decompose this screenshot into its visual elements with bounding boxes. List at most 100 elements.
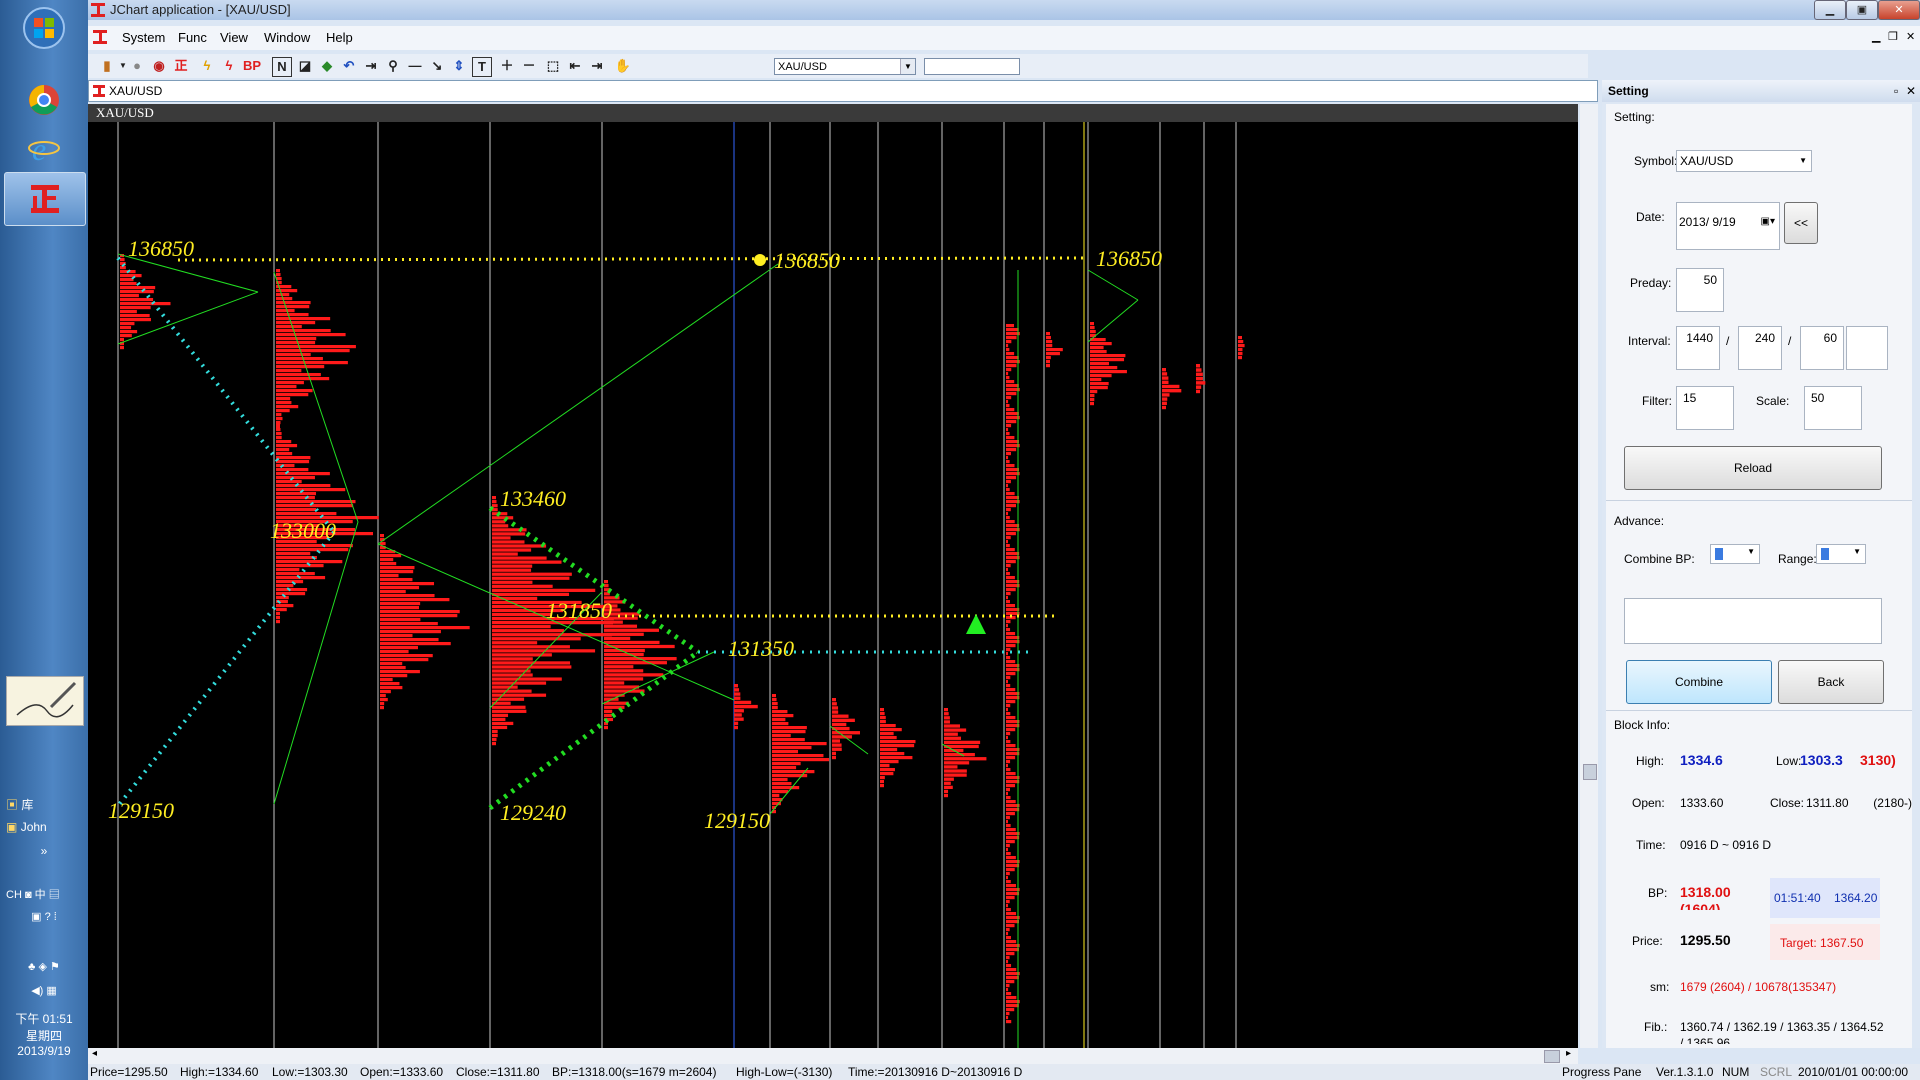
updown-icon[interactable]: ⇕ [450, 57, 468, 75]
select-icon[interactable]: ⬚ [544, 57, 562, 75]
tpo-bar [1006, 1016, 1009, 1020]
panel-float-icon[interactable]: ▫ [1894, 80, 1898, 102]
close-window-button[interactable]: ✕ [1878, 0, 1920, 20]
symbol-select[interactable]: XAU/USD ▼ [1676, 150, 1812, 172]
tpo-bar [772, 746, 812, 750]
plus-icon[interactable]: ＋ [498, 57, 516, 75]
menu-help[interactable]: Help [326, 30, 353, 45]
chart-vertical-scrollbar[interactable] [1580, 104, 1598, 1048]
scroll-right-icon[interactable]: ⇥ [588, 57, 606, 75]
tpo-bar [772, 722, 789, 726]
n-outline-icon[interactable]: ◪ [296, 57, 314, 75]
n-tool-button[interactable]: N [272, 57, 292, 77]
tpo-bar [1006, 884, 1016, 888]
alert-icon[interactable]: ◉ [150, 57, 168, 75]
panel-close-icon[interactable]: ✕ [1906, 80, 1916, 102]
lightning-red-icon[interactable]: ϟ [220, 57, 238, 75]
scroll-left-icon[interactable]: ⇤ [566, 57, 584, 75]
vscroll-thumb[interactable] [1583, 764, 1597, 780]
zoom-icon[interactable]: ⚲ [384, 57, 402, 75]
mdi-minimize-icon[interactable]: ▁ [1872, 30, 1880, 43]
maximize-button[interactable]: ▣ [1846, 0, 1878, 20]
title-bar: JChart application - [XAU/USD] ▁ ▣ ✕ [88, 0, 1920, 20]
chart-horizontal-scrollbar[interactable]: ◂ ▸ [88, 1048, 1578, 1064]
filter-input[interactable]: 15 [1676, 386, 1734, 430]
trendline-icon[interactable]: ↘ [428, 57, 446, 75]
menu-view[interactable]: View [220, 30, 248, 45]
tpo-bar [1006, 656, 1011, 660]
interval-input-2[interactable]: 240 [1738, 326, 1782, 370]
mdi-close-icon[interactable]: ✕ [1906, 30, 1915, 43]
taskbar-ie[interactable]: e [4, 122, 84, 174]
interval-input-3[interactable]: 60 [1800, 326, 1844, 370]
tpo-bar [276, 409, 290, 413]
cube-icon[interactable]: ◆ [318, 57, 336, 75]
taskbar-chrome[interactable] [4, 74, 84, 126]
chart-tab-input[interactable]: XAU/USD [88, 80, 1598, 102]
combine-button[interactable]: Combine [1626, 660, 1772, 704]
pen-tablet-icon [16, 681, 77, 718]
tpo-bar [832, 755, 836, 760]
symbol-select-value: XAU/USD [1680, 154, 1734, 168]
minimize-button[interactable]: ▁ [1814, 0, 1846, 20]
tpo-bar [1162, 384, 1180, 389]
scale-input[interactable]: 50 [1804, 386, 1862, 430]
text-tool-button[interactable]: T [472, 57, 492, 77]
tpo-bar [492, 709, 527, 713]
tpo-bar [1006, 696, 1020, 700]
advance-text-area[interactable] [1624, 598, 1882, 644]
arrow-right-icon[interactable]: ⇥ [362, 57, 380, 75]
clock-time[interactable]: 下午 01:51 [0, 1010, 88, 1027]
expand-chevron-icon[interactable]: » [0, 844, 88, 858]
minus-icon[interactable]: － [520, 57, 538, 75]
chart-tab-value: XAU/USD [109, 84, 163, 98]
tpo-bar [492, 705, 526, 709]
taskbar-jchart[interactable] [4, 172, 86, 226]
interval-input-1[interactable]: 1440 [1676, 326, 1720, 370]
folder-library[interactable]: ▣ 库 [0, 796, 94, 813]
menu-window[interactable]: Window [264, 30, 310, 45]
toolbar-search-input[interactable] [924, 58, 1020, 75]
symbol-combo[interactable]: XAU/USD ▼ [774, 58, 916, 75]
chart-area[interactable]: XAU/USD 136850 136850 136850 133460 133000 13… [88, 104, 1578, 1048]
scroll-right-arrow-icon[interactable]: ▸ [1566, 1048, 1571, 1059]
range-select[interactable]: ▼ [1816, 544, 1866, 564]
tray-icons-row2[interactable]: ♣ ◈ ⚑ [0, 960, 88, 973]
tpo-bar [1006, 404, 1010, 408]
lightning-icon[interactable]: ϟ [198, 57, 216, 75]
folder-user[interactable]: ▣ John [0, 820, 94, 834]
hline-icon[interactable]: — [406, 57, 424, 75]
hscroll-thumb[interactable] [1544, 1050, 1560, 1063]
taskbar-pen-app[interactable] [6, 676, 84, 726]
combine-bp-select[interactable]: ▼ [1710, 544, 1760, 564]
calendar-icon: ▣▾ [1760, 216, 1775, 227]
menu-func[interactable]: Func [178, 30, 207, 45]
folder-user-label: John [20, 820, 47, 834]
mdi-restore-icon[interactable]: ❐ [1888, 30, 1898, 43]
scroll-left-arrow-icon[interactable]: ◂ [92, 1048, 97, 1059]
back-button[interactable]: Back [1778, 660, 1884, 704]
tpo-bar [832, 747, 842, 751]
undo-icon[interactable]: ↶ [340, 57, 358, 75]
preday-input[interactable]: 50 [1676, 268, 1724, 312]
bp-tool-button[interactable]: BP [240, 57, 264, 75]
tpo-bar [1006, 340, 1012, 344]
prev-date-button[interactable]: << [1784, 202, 1818, 244]
reload-button[interactable]: Reload [1624, 446, 1882, 490]
language-bar[interactable]: CH ◙ 中 ▤ [0, 886, 94, 902]
tray-icons-row1[interactable]: ▣ ? ⁞ [0, 910, 88, 923]
menu-system[interactable]: System [122, 30, 165, 45]
start-button[interactable] [4, 2, 84, 54]
volume-icon[interactable]: ◀) ▦ [0, 984, 88, 997]
logo-tool-icon[interactable]: 正 [172, 57, 190, 75]
interval-input-4[interactable] [1846, 326, 1888, 370]
tpo-bar [734, 700, 752, 705]
setting-panel-body: Setting: Symbol: XAU/USD ▼ Date: 2013/ 9/… [1606, 104, 1912, 1048]
date-picker[interactable]: 2013/ 9/19 ▣▾ [1676, 202, 1780, 250]
hand-icon[interactable]: ✋ [614, 57, 632, 75]
tpo-bar [492, 500, 497, 504]
interval-sep-1: / [1726, 334, 1730, 348]
record-icon[interactable]: ● [128, 57, 146, 75]
market-profile-chart[interactable]: 136850 136850 136850 133460 133000 131850 1313… [88, 104, 1578, 1048]
tpo-bar [1006, 932, 1009, 936]
